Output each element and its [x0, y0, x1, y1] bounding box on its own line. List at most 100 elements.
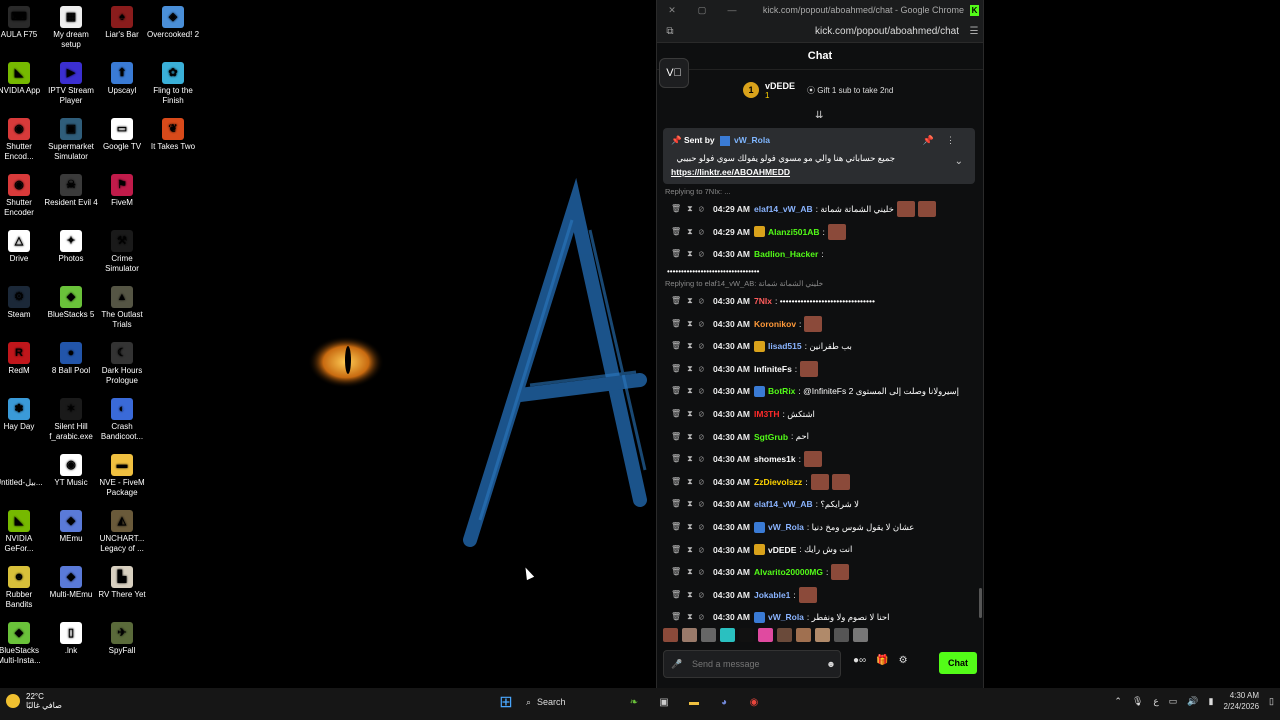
desktop-icon[interactable]: ◣ NVIDIA GeFor... — [0, 506, 46, 554]
discord-icon[interactable]: ◕ — [714, 692, 734, 712]
desktop-icon[interactable]: ✶ Silent Hill f_arabic.exe — [44, 394, 98, 442]
mod-actions-icon[interactable]: 🗑⧗⊘ — [665, 454, 713, 464]
windows-start-icon[interactable]: ⊞ — [496, 692, 516, 712]
emote-shortcut[interactable] — [796, 628, 811, 642]
battery-icon[interactable]: ▮ — [1209, 696, 1214, 707]
emote-shortcut[interactable] — [758, 628, 773, 642]
language-indicator[interactable]: ع — [1153, 696, 1158, 707]
gift-icon[interactable]: 🎁 — [876, 655, 888, 666]
chat-message[interactable]: 🗑⧗⊘ 04:30 AM vW_Rola: عشان لا يقول شوس ومخ… — [665, 516, 975, 539]
send-chat-button[interactable]: Chat — [939, 652, 977, 674]
desktop-icon[interactable]: ♠ Liar's Bar — [95, 2, 149, 40]
desktop-icon[interactable]: ✽ Hay Day — [0, 394, 46, 432]
mod-actions-icon[interactable]: 🗑⧗⊘ — [665, 227, 713, 237]
pin-icon[interactable]: 📌 — [923, 135, 946, 145]
points-icon[interactable]: ●∞ — [853, 655, 866, 666]
microphone-icon[interactable]: 🎤 — [664, 659, 690, 670]
chat-message[interactable]: 🗑⧗⊘ 04:30 AM IM3TH: اشتكش — [665, 403, 975, 426]
mod-actions-icon[interactable]: 🗑⧗⊘ — [665, 409, 713, 419]
mod-actions-icon[interactable]: 🗑⧗⊘ — [665, 545, 713, 555]
desktop-icon[interactable]: ❦ It Takes Two — [146, 114, 200, 152]
desktop-icon[interactable]: ⚑ FiveM — [95, 170, 149, 208]
message-username[interactable]: shomes1k — [754, 454, 796, 464]
desktop-icon[interactable]: ✿ Fling to the Finish — [146, 58, 200, 106]
emote-shortcut[interactable] — [720, 628, 735, 642]
pinned-link[interactable]: https://linktr.ee/ABOAHMEDD — [671, 167, 790, 177]
message-username[interactable]: Jokable1 — [754, 590, 790, 600]
expand-pinned-icon[interactable]: ⌄ — [955, 156, 963, 167]
mod-actions-icon[interactable]: 🗑⧗⊘ — [665, 612, 713, 622]
chat-message[interactable]: 🗑⧗⊘ 04:30 AM shomes1k: — [665, 448, 975, 471]
message-username[interactable]: Koronikov — [754, 319, 796, 329]
desktop-icon[interactable]: ▭ Google TV — [95, 114, 149, 152]
gift-prompt[interactable]: ⦿ Gift 1 sub to take 2nd — [807, 85, 893, 96]
desktop-icon[interactable]: ◉ Shutter Encod... — [0, 114, 46, 162]
message-username[interactable]: elaf14_vW_AB — [754, 204, 813, 214]
message-username[interactable]: elaf14_vW_AB — [754, 499, 813, 509]
desktop-icon[interactable]: ◉ YT Music — [44, 450, 98, 488]
mod-actions-icon[interactable]: 🗑⧗⊘ — [665, 319, 713, 329]
close-icon[interactable]: ✕ — [657, 5, 687, 16]
mod-actions-icon[interactable]: 🗑⧗⊘ — [665, 590, 713, 600]
mod-actions-icon[interactable]: 🗑⧗⊘ — [665, 386, 713, 396]
mod-actions-icon[interactable]: 🗑⧗⊘ — [665, 249, 713, 259]
kick-extension-button[interactable]: V⃞ — [659, 58, 689, 88]
message-username[interactable]: vW_Rola — [768, 612, 804, 622]
page-info-icon[interactable]: ⧉ — [657, 26, 683, 37]
taskbar-search[interactable]: ⌕ Search — [526, 691, 614, 713]
desktop-icon[interactable]: ◆ MEmu — [44, 506, 98, 544]
mod-actions-icon[interactable]: 🗑⧗⊘ — [665, 432, 713, 442]
weather-widget[interactable]: 22°C صافي غالبًا — [6, 692, 62, 710]
chat-message[interactable]: 🗑⧗⊘ 04:30 AM Koronikov: — [665, 312, 975, 335]
chat-input[interactable] — [690, 658, 822, 670]
chat-message[interactable]: 🗑⧗⊘ 04:30 AM Alvarito20000MG: — [665, 561, 975, 584]
chat-message[interactable]: 🗑⧗⊘ 04:30 AM Jokable1: — [665, 584, 975, 607]
site-settings-icon[interactable]: ☰ — [965, 26, 983, 37]
chat-message[interactable]: 🗑⧗⊘ 04:30 AM SgtGrub: احم — [665, 425, 975, 448]
desktop-icon[interactable]: ◆ BlueStacks Multi-Insta... — [0, 618, 46, 666]
widgets-icon[interactable]: ❧ — [624, 692, 644, 712]
message-username[interactable]: 7NIx — [754, 296, 772, 306]
mod-actions-icon[interactable]: 🗑⧗⊘ — [665, 364, 713, 374]
scroll-down-icon[interactable]: ⇊ — [815, 110, 823, 121]
mod-actions-icon[interactable]: 🗑⧗⊘ — [665, 477, 713, 487]
mod-actions-icon[interactable]: 🗑⧗⊘ — [665, 204, 713, 214]
desktop-icon[interactable]: ◈ Overcooked! 2 — [146, 2, 200, 40]
mod-actions-icon[interactable]: 🗑⧗⊘ — [665, 522, 713, 532]
chat-message[interactable]: 🗑⧗⊘ 04:29 AM Alanzi501AB: — [665, 221, 975, 244]
chat-message[interactable]: 🗑⧗⊘ 04:30 AM InfiniteFs: — [665, 358, 975, 381]
desktop-icon[interactable]: ▣ Supermarket Simulator — [44, 114, 98, 162]
desktop-icon[interactable]: Untitled-بيل... — [0, 450, 46, 488]
maximize-icon[interactable]: ▢ — [687, 5, 717, 16]
chat-message[interactable]: 🗑⧗⊘ 04:30 AM vDEDE: انت وش رايك — [665, 538, 975, 561]
file-explorer-icon[interactable]: ▬ — [684, 692, 704, 712]
chat-message[interactable]: 🗑⧗⊘ 04:30 AM Badlion_Hacker: — [665, 243, 975, 266]
chat-message[interactable]: 🗑⧗⊘ 04:30 AM 7NIx: •••••••••••••••••••••••… — [665, 290, 975, 313]
emote-shortcut[interactable] — [853, 628, 868, 642]
emote-shortcut[interactable] — [777, 628, 792, 642]
desktop-icon[interactable]: ✈ SpyFall — [95, 618, 149, 656]
desktop-icon[interactable]: ⚙ Steam — [0, 282, 46, 320]
minimize-icon[interactable]: — — [717, 5, 747, 15]
emote-shortcut[interactable] — [834, 628, 849, 642]
mod-actions-icon[interactable]: 🗑⧗⊘ — [665, 499, 713, 509]
message-username[interactable]: SgtGrub — [754, 432, 788, 442]
desktop-icon[interactable]: ◉ Shutter Encoder — [0, 170, 46, 218]
message-username[interactable]: vDEDE — [768, 545, 796, 555]
desktop-icon[interactable]: ◆ BlueStacks 5 — [44, 282, 98, 320]
desktop-icon[interactable]: ◣ NVIDIA App — [0, 58, 46, 96]
message-username[interactable]: ZzDievolszz — [754, 477, 802, 487]
desktop-icon[interactable]: ⬆ Upscayl — [95, 58, 149, 96]
more-options-icon[interactable]: ⋮ — [946, 135, 967, 145]
desktop-icon[interactable]: ▶ IPTV Stream Player — [44, 58, 98, 106]
desktop-icon[interactable]: ☻ Rubber Bandits — [0, 562, 46, 610]
pinned-user[interactable]: vW_Rola — [734, 135, 770, 145]
volume-icon[interactable]: 🔊 — [1187, 696, 1198, 707]
desktop-icon[interactable]: ▙ RV There Yet — [95, 562, 149, 600]
chat-message[interactable]: 🗑⧗⊘ 04:29 AM elaf14_vW_AB: خليني الشماتة ش… — [665, 198, 975, 221]
chat-message[interactable]: 🗑⧗⊘ 04:30 AM elaf14_vW_AB: لا شرايكم؟ — [665, 493, 975, 516]
desktop-icon[interactable]: ▬ NVE - FiveM Package — [95, 450, 149, 498]
message-username[interactable]: BotRix — [768, 386, 795, 396]
gift-leaderboard[interactable]: 1 vDEDE 1 ⦿ Gift 1 sub to take 2nd — [743, 78, 893, 102]
desktop-icon[interactable]: ◐ Crash Bandicoot... — [95, 394, 149, 442]
